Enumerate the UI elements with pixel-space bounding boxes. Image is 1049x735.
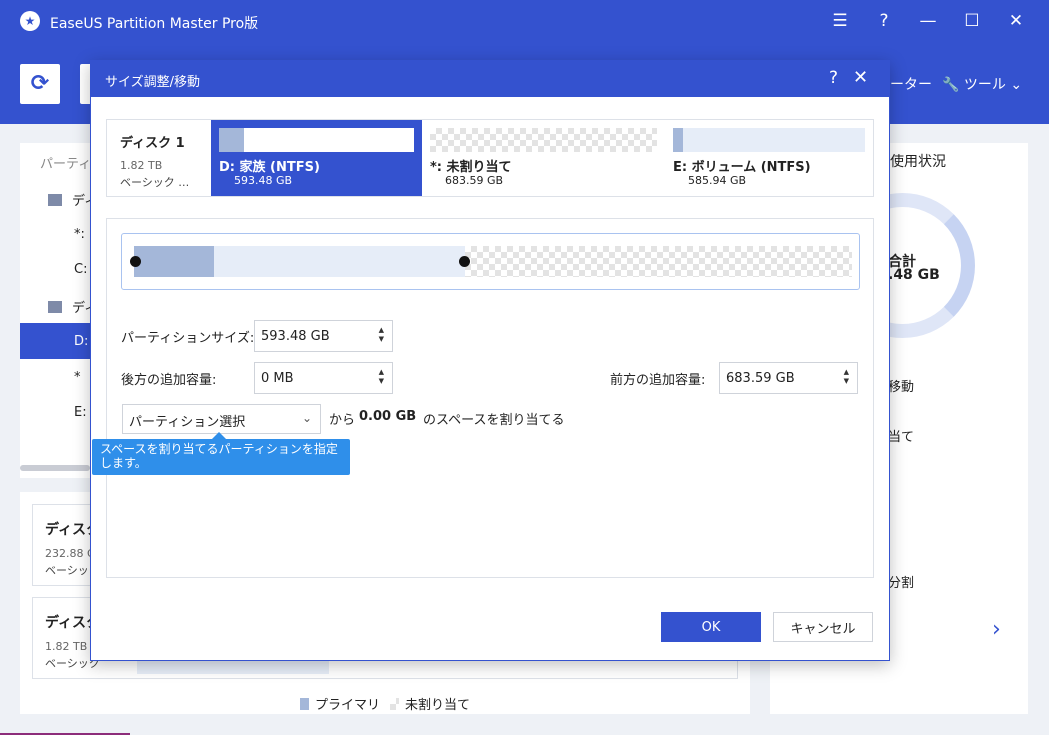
allocate-tooltip: スペースを割り当てるパーティションを指定します。	[92, 432, 350, 475]
resizer-right-handle[interactable]	[459, 256, 470, 267]
partition-usage-bar	[673, 128, 865, 152]
resizer-used-area	[134, 246, 214, 277]
action-split[interactable]: 分割	[888, 572, 914, 591]
partition-select-value: パーティション選択	[129, 415, 246, 430]
chevron-down-icon: ⌄	[1010, 77, 1023, 93]
minimize-button[interactable]: —	[916, 9, 940, 33]
after-space-stepper[interactable]: ▲▼	[254, 362, 393, 394]
maximize-button[interactable]: ☐	[960, 9, 984, 33]
action-move[interactable]: 移動	[888, 376, 914, 395]
dialog-title: サイズ調整/移動	[105, 75, 200, 90]
partition-used-fill	[673, 128, 683, 152]
chevron-down-icon: ⌄	[301, 411, 312, 425]
partition-size: 593.48 GB	[234, 174, 293, 187]
disk-type: ベーシック …	[120, 176, 190, 189]
usage-title: 使用状況	[890, 154, 946, 170]
app-title: EaseUS Partition Master Pro版	[50, 16, 259, 32]
partition-usage-bar	[219, 128, 414, 152]
horizontal-scrollbar[interactable]	[20, 465, 90, 471]
tools-label: ツール	[963, 77, 1006, 93]
disk-icon	[48, 301, 62, 313]
stepper-arrows-icon[interactable]: ▲ ▼	[844, 368, 849, 386]
hamburger-icon[interactable]: ☰	[828, 9, 852, 33]
before-space-input[interactable]	[726, 369, 836, 387]
after-space-label: 後方の追加容量:	[121, 373, 217, 388]
legend-primary: プライマリ	[300, 694, 380, 713]
disk-size: 232.88 G	[45, 547, 96, 560]
app-titlebar: ★ EaseUS Partition Master Pro版 ☰ ? — ☐ ✕	[0, 0, 1049, 42]
app-logo-icon: ★	[20, 11, 40, 31]
allocate-suffix: のスペースを割り当てる	[423, 413, 565, 428]
resize-move-dialog: サイズ調整/移動 ? ✕ ディスク 1 1.82 TB ベーシック … D: 家…	[90, 60, 890, 661]
allocate-amount: 0.00 GB	[359, 409, 417, 424]
cancel-button[interactable]: キャンセル	[773, 612, 873, 642]
partition-name: D: 家族 (NTFS)	[219, 160, 320, 175]
dialog-disk-map: ディスク 1 1.82 TB ベーシック … D: 家族 (NTFS) 593.…	[106, 119, 874, 197]
partition-size: 585.94 GB	[688, 174, 747, 187]
disk-name: ディスク 1	[120, 136, 185, 151]
total-value: .48 GB	[888, 267, 940, 283]
partition-segment-e[interactable]: E: ボリューム (NTFS) 585.94 GB	[665, 120, 873, 196]
partition-name: *: 未割り当て	[430, 160, 512, 175]
partition-resizer[interactable]	[121, 233, 860, 290]
stepper-arrows-icon[interactable]: ▲ ▼	[379, 326, 384, 344]
resize-edit-panel: パーティションサイズ: ▲▼ 後方の追加容量: ▲▼ 前方の追加容量: ▲▼ パ…	[106, 218, 874, 578]
resizer-free-area	[465, 246, 852, 277]
partition-size: 683.59 GB	[445, 174, 504, 187]
disk-icon	[48, 194, 62, 206]
partition-segment-d[interactable]: D: 家族 (NTFS) 593.48 GB	[211, 120, 422, 196]
unallocated-bar	[430, 128, 657, 152]
refresh-button[interactable]: ⟳	[20, 64, 60, 104]
resizer-left-handle[interactable]	[130, 256, 141, 267]
disk-label: ディスク 1 1.82 TB ベーシック …	[107, 120, 211, 196]
resizer-partition-area[interactable]	[134, 246, 465, 277]
partition-name: E: ボリューム (NTFS)	[673, 160, 811, 175]
disk-size: 1.82 TB	[45, 640, 88, 653]
partition-used-fill	[219, 128, 245, 152]
partition-size-input[interactable]	[261, 327, 371, 345]
legend-unallocated: 未割り当て	[390, 694, 470, 713]
before-space-stepper[interactable]: ▲▼	[719, 362, 858, 394]
toolbar-item-cut[interactable]: ーター	[890, 74, 932, 94]
allocate-from-text: から	[329, 413, 356, 428]
partition-row[interactable]: E:	[74, 405, 87, 420]
action-allocate[interactable]: 当て	[888, 426, 914, 445]
dialog-header: サイズ調整/移動 ? ✕	[91, 61, 889, 97]
primary-swatch	[300, 698, 309, 710]
wrench-icon: 🔧	[942, 77, 960, 93]
tools-menu[interactable]: 🔧 ツール ⌄	[942, 74, 1022, 94]
unallocated-swatch	[390, 698, 399, 710]
help-button[interactable]: ?	[872, 9, 896, 33]
ok-button[interactable]: OK	[661, 612, 761, 642]
dialog-close-icon[interactable]: ✕	[853, 67, 868, 88]
partition-size-stepper[interactable]: ▲▼	[254, 320, 393, 352]
after-space-input[interactable]	[261, 369, 371, 387]
partition-segment-unallocated[interactable]: *: 未割り当て 683.59 GB	[422, 120, 665, 196]
close-button[interactable]: ✕	[1004, 9, 1028, 33]
stepper-arrows-icon[interactable]: ▲ ▼	[379, 368, 384, 386]
partition-row[interactable]: D:	[74, 334, 88, 349]
before-space-label: 前方の追加容量:	[610, 373, 706, 388]
partition-row[interactable]: C:	[74, 262, 87, 277]
partition-size-label: パーティションサイズ:	[121, 331, 255, 346]
dialog-help-icon[interactable]: ?	[829, 68, 838, 88]
disk-size: 1.82 TB	[120, 159, 163, 172]
resizer-track	[130, 246, 852, 277]
next-arrow-icon[interactable]: ›	[992, 617, 1001, 642]
partition-row[interactable]: *	[74, 370, 81, 385]
partition-select-dropdown[interactable]: パーティション選択 ⌄	[122, 404, 321, 434]
